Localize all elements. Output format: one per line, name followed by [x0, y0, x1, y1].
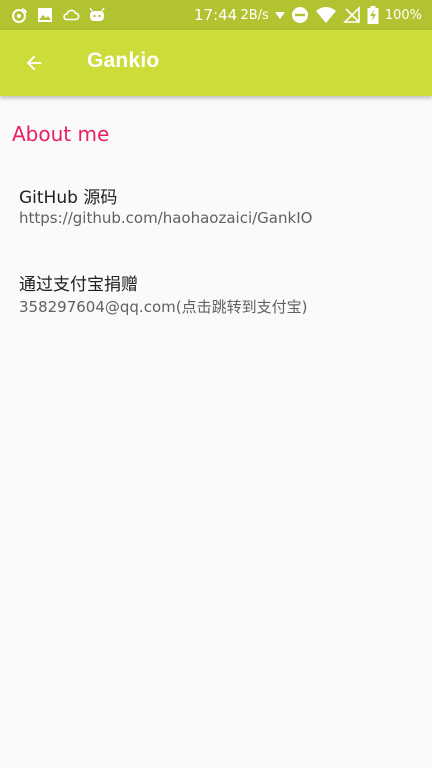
battery-charging-icon — [367, 6, 379, 24]
clock: 17:44 — [194, 6, 238, 24]
android-icon — [88, 6, 106, 24]
wifi-icon — [315, 6, 337, 24]
app-bar: Gankio — [0, 30, 432, 96]
alipay-donate-title: 通过支付宝捐赠 — [19, 275, 138, 295]
system-icons: 2B/s 100% — [240, 6, 422, 24]
net-speed: 2B/s — [240, 7, 269, 23]
do-not-disturb-icon — [291, 6, 309, 24]
notification-icons — [10, 6, 106, 24]
github-source-title: GitHub 源码 — [19, 188, 118, 208]
arrow-back-icon — [26, 55, 42, 71]
download-arrow-icon — [274, 10, 285, 20]
weibo-icon — [10, 6, 28, 24]
battery-level: 100% — [384, 7, 422, 23]
alipay-donate-item[interactable]: 通过支付宝捐赠 358297604@qq.com(点击跳转到支付宝) — [0, 270, 432, 342]
cloud-icon — [62, 6, 80, 24]
status-bar: 17:44 2B/s 100% — [0, 0, 432, 30]
github-source-url: https://github.com/haohaozaici/GankIO — [19, 209, 313, 227]
section-header-about-me: About me — [12, 122, 110, 146]
alipay-donate-summary: 358297604@qq.com(点击跳转到支付宝) — [19, 298, 308, 316]
page-title: Gankio — [87, 49, 160, 72]
no-signal-icon — [342, 6, 361, 24]
back-button[interactable] — [22, 51, 46, 75]
github-source-item[interactable]: GitHub 源码 https://github.com/haohaozaici… — [0, 183, 432, 255]
image-icon — [36, 6, 54, 24]
